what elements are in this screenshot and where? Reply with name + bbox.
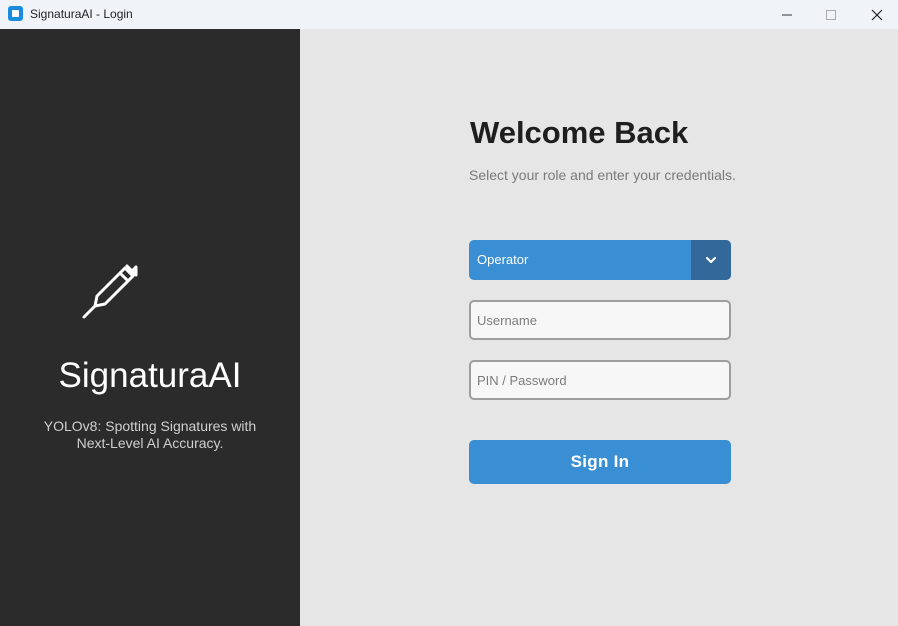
window-title: SignaturaAI - Login — [30, 7, 133, 21]
app-icon — [8, 6, 23, 21]
maximize-icon — [826, 9, 836, 20]
maximize-button[interactable] — [808, 0, 854, 29]
role-select[interactable]: Operator — [469, 240, 731, 280]
minimize-button[interactable] — [764, 0, 810, 29]
role-select-value: Operator — [477, 252, 529, 267]
pen-icon — [82, 264, 138, 319]
page-subtitle: Select your role and enter your credenti… — [469, 167, 736, 183]
branding-panel: SignaturaAI YOLOv8: Spotting Signatures … — [0, 29, 300, 626]
brand-tagline: YOLOv8: Spotting Signatures with Next-Le… — [43, 418, 257, 451]
brand-name: SignaturaAI — [58, 356, 242, 395]
role-dropdown-toggle[interactable] — [691, 240, 731, 280]
password-input[interactable] — [469, 360, 731, 400]
sign-in-button[interactable]: Sign In — [469, 440, 731, 484]
title-bar: SignaturaAI - Login — [0, 0, 898, 29]
minimize-icon — [782, 14, 792, 15]
chevron-down-icon — [705, 256, 717, 264]
username-input[interactable] — [469, 300, 731, 340]
close-icon — [871, 9, 883, 20]
close-button[interactable] — [854, 0, 898, 29]
page-title: Welcome Back — [470, 115, 689, 150]
